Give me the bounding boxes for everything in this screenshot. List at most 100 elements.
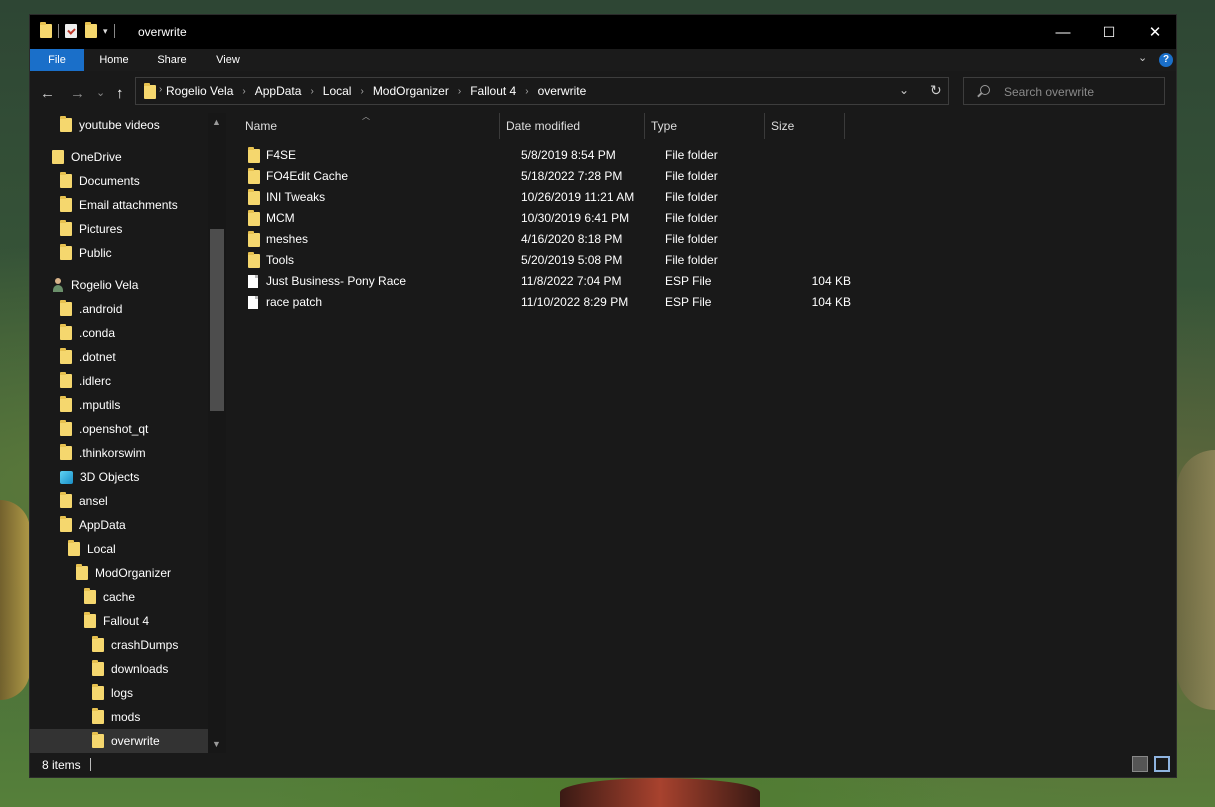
column-header-date-modified[interactable]: Date modified — [499, 113, 644, 139]
column-header-type[interactable]: Type — [644, 113, 764, 139]
back-button[interactable]: ← — [40, 85, 55, 102]
sidebar-item[interactable]: .idlerc — [60, 369, 111, 393]
breadcrumb-item[interactable]: Fallout 4 — [470, 84, 516, 98]
sidebar-item[interactable]: .thinkorswim — [60, 441, 146, 465]
table-row[interactable]: Tools 5/20/2019 5:08 PM File folder — [243, 250, 843, 271]
sidebar-item[interactable]: Fallout 4 — [84, 609, 149, 633]
file-list: ︿ Name Date modified Type Size F4SE 5/8/2… — [228, 112, 1176, 753]
table-row[interactable]: meshes 4/16/2020 8:18 PM File folder — [243, 229, 843, 250]
table-row[interactable]: race patch 11/10/2022 8:29 PM ESP File 104 … — [243, 292, 851, 313]
item-count: 8 items — [42, 758, 81, 772]
sidebar-item[interactable]: .dotnet — [60, 345, 116, 369]
sidebar-item[interactable]: downloads — [92, 657, 168, 681]
breadcrumb-chevron-icon[interactable]: › — [310, 86, 313, 97]
sidebar-item[interactable]: Pictures — [60, 217, 122, 241]
scroll-up-arrow-icon[interactable]: ▲ — [212, 117, 221, 127]
ribbon-tabs: File Home Share View — [30, 49, 1176, 71]
breadcrumb-item[interactable]: AppData — [255, 84, 302, 98]
file-date-modified: 5/8/2019 8:54 PM — [521, 148, 616, 162]
maximize-button[interactable]: ☐ — [1086, 15, 1132, 49]
help-icon[interactable]: ? — [1159, 53, 1173, 67]
folder-icon — [248, 147, 260, 163]
table-row[interactable]: Just Business- Pony Race 11/8/2022 7:04 P… — [243, 271, 851, 292]
expand-ribbon-chevron-icon[interactable]: ⌄ — [1138, 51, 1147, 64]
sidebar-item[interactable]: Rogelio Vela — [52, 273, 138, 297]
table-row[interactable]: FO4Edit Cache 5/18/2022 7:28 PM File folde… — [243, 166, 843, 187]
sidebar-item[interactable]: Local — [68, 537, 116, 561]
address-dropdown-chevron-icon[interactable]: ⌄ — [899, 83, 909, 97]
breadcrumb-chevron-icon[interactable]: › — [458, 86, 461, 97]
folder-icon — [60, 196, 72, 212]
file-name: Just Business- Pony Race — [266, 274, 407, 288]
tab-home[interactable]: Home — [92, 49, 136, 71]
tab-share[interactable]: Share — [150, 49, 194, 71]
navigation-scrollbar[interactable] — [208, 113, 226, 753]
search-box[interactable]: Search overwrite — [963, 77, 1165, 105]
up-button[interactable]: ↑ — [116, 85, 124, 102]
large-icons-view-button[interactable] — [1154, 756, 1170, 772]
recent-locations-button[interactable]: ⌄ — [96, 86, 105, 99]
folder-icon — [60, 116, 72, 132]
table-row[interactable]: MCM 10/30/2019 6:41 PM File folder — [243, 208, 843, 229]
close-button[interactable]: ✕ — [1132, 15, 1178, 49]
sidebar-item[interactable]: overwrite — [30, 729, 208, 753]
sidebar-item[interactable]: ansel — [60, 489, 108, 513]
breadcrumb-chevron-icon[interactable]: › — [159, 84, 162, 95]
sidebar-item[interactable]: OneDrive — [52, 145, 122, 169]
sidebar-item[interactable]: ModOrganizer — [76, 561, 171, 585]
status-separator — [90, 758, 91, 771]
sidebar-item-label: .openshot_qt — [79, 422, 149, 436]
breadcrumb-item[interactable]: ModOrganizer — [373, 84, 449, 98]
breadcrumb-item[interactable]: overwrite — [538, 84, 587, 98]
minimize-button[interactable]: — — [1040, 15, 1086, 49]
properties-icon[interactable] — [65, 24, 77, 38]
sidebar-item[interactable]: Email attachments — [60, 193, 178, 217]
refresh-button[interactable]: ↻ — [930, 82, 942, 99]
file-explorer-window: ▾ overwrite — ☐ ✕ File Home Share View ⌄… — [29, 14, 1177, 778]
file-name: FO4Edit Cache — [266, 169, 349, 183]
tab-view[interactable]: View — [206, 49, 250, 71]
table-row[interactable]: INI Tweaks 10/26/2019 11:21 AM File folder — [243, 187, 843, 208]
breadcrumb-chevron-icon[interactable]: › — [242, 86, 245, 97]
table-row[interactable]: F4SE 5/8/2019 8:54 PM File folder — [243, 145, 843, 166]
scroll-down-arrow-icon[interactable]: ▼ — [212, 739, 221, 749]
forward-button[interactable]: → — [70, 85, 85, 102]
breadcrumb-item[interactable]: Rogelio Vela — [166, 84, 233, 98]
sidebar-item[interactable]: Documents — [60, 169, 140, 193]
column-divider[interactable] — [844, 113, 845, 139]
tab-file[interactable]: File — [30, 49, 84, 71]
sidebar-item[interactable]: cache — [84, 585, 135, 609]
customize-toolbar-chevron-icon[interactable]: ▾ — [103, 26, 108, 37]
new-folder-icon[interactable] — [85, 22, 97, 38]
sidebar-item[interactable]: AppData — [60, 513, 126, 537]
sidebar-item-label: cache — [103, 590, 136, 604]
file-name: race patch — [266, 295, 323, 309]
folder-icon — [60, 220, 72, 236]
folder-icon — [60, 300, 72, 316]
onedrive-folder-icon — [52, 150, 64, 164]
sidebar-item[interactable]: .android — [60, 297, 122, 321]
column-header-size[interactable]: Size — [764, 113, 844, 139]
breadcrumb-item[interactable]: Local — [323, 84, 352, 98]
sidebar-item[interactable]: 3D Objects — [60, 465, 139, 489]
toolbar-separator — [113, 24, 115, 38]
breadcrumb-chevron-icon[interactable]: › — [525, 86, 528, 97]
breadcrumb-chevron-icon[interactable]: › — [360, 86, 363, 97]
sidebar-item[interactable]: logs — [92, 681, 133, 705]
sidebar-item[interactable]: mods — [92, 705, 140, 729]
address-bar[interactable]: › Rogelio Vela › AppData › Local › ModOr… — [135, 77, 949, 105]
search-input[interactable]: Search overwrite — [1004, 85, 1094, 99]
column-header-name[interactable]: Name — [238, 113, 499, 139]
folder-icon — [248, 189, 260, 205]
sidebar-item[interactable]: .openshot_qt — [60, 417, 148, 441]
folder-icon — [60, 492, 72, 508]
sidebar-item[interactable]: Public — [60, 241, 112, 265]
details-view-button[interactable] — [1132, 756, 1148, 772]
sidebar-item[interactable]: youtube videos — [60, 113, 160, 137]
navigation-scrollbar-thumb[interactable] — [210, 229, 224, 411]
sidebar-item[interactable]: crashDumps — [92, 633, 178, 657]
wallpaper-left-decoration — [0, 500, 30, 700]
sidebar-item[interactable]: .mputils — [60, 393, 120, 417]
sidebar-item[interactable]: .conda — [60, 321, 115, 345]
folder-icon — [92, 732, 104, 748]
